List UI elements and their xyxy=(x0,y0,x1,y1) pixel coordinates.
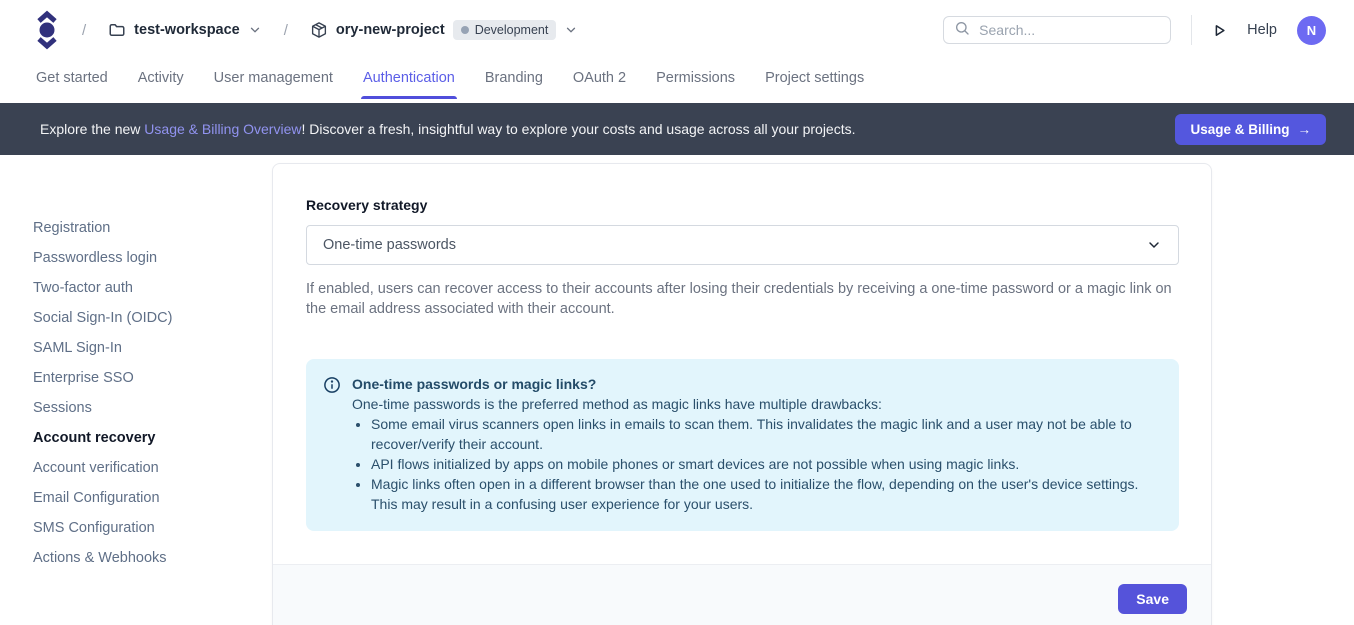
tab-branding[interactable]: Branding xyxy=(485,66,543,99)
info-bullet: Magic links often open in a different br… xyxy=(371,474,1159,514)
banner-text: Explore the new Usage & Billing Overview… xyxy=(40,121,856,137)
project-nav-tabs: Get started Activity User management Aut… xyxy=(0,60,1354,103)
recovery-strategy-select[interactable]: One-time passwords xyxy=(306,225,1179,265)
search-input[interactable] xyxy=(979,22,1160,38)
sidebar-item-actions-webhooks[interactable]: Actions & Webhooks xyxy=(33,543,272,573)
info-bullet: Some email virus scanners open links in … xyxy=(371,414,1159,454)
workspace-switcher[interactable]: test-workspace xyxy=(108,21,262,39)
chevron-down-icon xyxy=(1146,237,1162,253)
save-button[interactable]: Save xyxy=(1118,584,1187,614)
sidebar-item-account-verification[interactable]: Account verification xyxy=(33,453,272,483)
run-icon[interactable] xyxy=(1212,23,1227,38)
tab-authentication[interactable]: Authentication xyxy=(363,66,455,99)
sidebar-item-passwordless-login[interactable]: Passwordless login xyxy=(33,243,272,273)
sidebar-item-enterprise-sso[interactable]: Enterprise SSO xyxy=(33,363,272,393)
status-dot xyxy=(461,26,469,34)
sidebar-item-saml-sign-in[interactable]: SAML Sign-In xyxy=(33,333,272,363)
project-switcher[interactable]: ory-new-project Development xyxy=(310,20,578,40)
sidebar-item-registration[interactable]: Registration xyxy=(33,213,272,243)
tab-permissions[interactable]: Permissions xyxy=(656,66,735,99)
info-bullet: API flows initialized by apps on mobile … xyxy=(371,454,1159,474)
workspace-name: test-workspace xyxy=(134,22,240,38)
project-name: ory-new-project xyxy=(336,22,445,38)
arrow-right-icon: → xyxy=(1298,122,1312,137)
folder-icon xyxy=(108,21,126,39)
tab-project-settings[interactable]: Project settings xyxy=(765,66,864,99)
recovery-strategy-label: Recovery strategy xyxy=(306,197,1179,213)
info-icon xyxy=(323,376,341,514)
tab-user-management[interactable]: User management xyxy=(214,66,333,99)
search-icon xyxy=(954,20,970,41)
usage-billing-button[interactable]: Usage & Billing → xyxy=(1175,114,1326,145)
sidebar-item-social-sign-in[interactable]: Social Sign-In (OIDC) xyxy=(33,303,272,333)
info-title: One-time passwords or magic links? xyxy=(352,374,1159,394)
chevron-down-icon xyxy=(564,23,578,37)
info-alert: One-time passwords or magic links? One-t… xyxy=(306,359,1179,531)
info-intro: One-time passwords is the preferred meth… xyxy=(352,394,1159,414)
banner-link[interactable]: Usage & Billing Overview xyxy=(144,121,301,137)
chevron-down-icon xyxy=(248,23,262,37)
info-bullet-list: Some email virus scanners open links in … xyxy=(352,414,1159,514)
topbar-divider xyxy=(1191,15,1192,45)
avatar[interactable]: N xyxy=(1297,16,1326,45)
help-link[interactable]: Help xyxy=(1247,22,1277,38)
tab-oauth2[interactable]: OAuth 2 xyxy=(573,66,626,99)
package-icon xyxy=(310,21,328,39)
sidebar-item-sms-configuration[interactable]: SMS Configuration xyxy=(33,513,272,543)
account-recovery-card: Recovery strategy One-time passwords If … xyxy=(272,163,1212,625)
selected-option: One-time passwords xyxy=(323,237,1146,253)
recovery-description: If enabled, users can recover access to … xyxy=(306,279,1179,319)
sidebar-item-account-recovery[interactable]: Account recovery xyxy=(33,423,272,453)
usage-billing-banner: Explore the new Usage & Billing Overview… xyxy=(0,103,1354,155)
search-input-wrapper xyxy=(943,16,1171,44)
sidebar-item-email-configuration[interactable]: Email Configuration xyxy=(33,483,272,513)
sidebar-item-two-factor-auth[interactable]: Two-factor auth xyxy=(33,273,272,303)
tab-activity[interactable]: Activity xyxy=(138,66,184,99)
authentication-sidebar: Registration Passwordless login Two-fact… xyxy=(0,155,272,573)
top-bar: / test-workspace / ory-new-project Devel… xyxy=(0,0,1354,60)
card-footer: Save xyxy=(273,564,1211,625)
environment-badge: Development xyxy=(453,20,557,40)
content-area: Registration Passwordless login Two-fact… xyxy=(0,155,1354,625)
ory-logo-icon[interactable] xyxy=(34,10,60,50)
breadcrumb-separator: / xyxy=(276,22,296,39)
tab-get-started[interactable]: Get started xyxy=(36,66,108,99)
breadcrumb-separator: / xyxy=(74,22,94,39)
sidebar-item-sessions[interactable]: Sessions xyxy=(33,393,272,423)
